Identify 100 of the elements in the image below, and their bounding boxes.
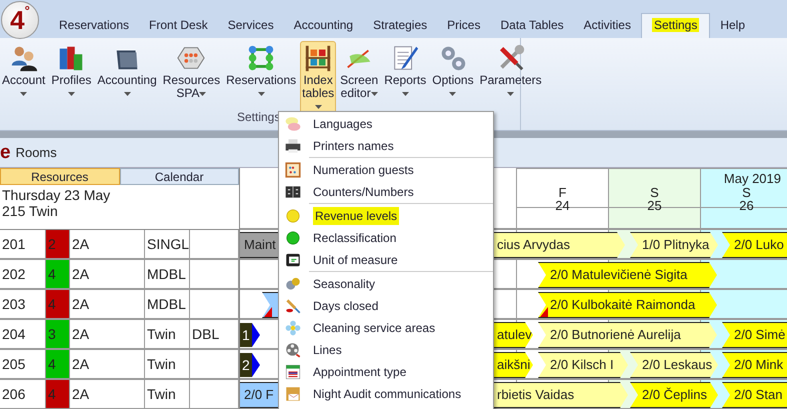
- menu-item[interactable]: Reclassification: [279, 227, 493, 249]
- app-logo: 4$^{°}$: [1, 1, 39, 39]
- info-text: 215 Twin: [2, 203, 59, 219]
- ribbon-button[interactable]: Screen editor: [338, 41, 380, 102]
- day-number: 26: [739, 199, 754, 212]
- room-status: 4: [48, 354, 56, 374]
- menu-tab[interactable]: Prices: [437, 14, 490, 38]
- booking-bar: rbietis Vaidas: [493, 382, 628, 408]
- caret-icon: [314, 104, 322, 109]
- room-status: 2: [48, 234, 56, 254]
- room-type: Twin: [147, 384, 176, 404]
- booking-bar: cius Arvydas: [493, 232, 625, 258]
- view-tab[interactable]: Calendar: [120, 168, 239, 185]
- menu-tab[interactable]: Settings: [640, 13, 710, 38]
- room-number: 205: [2, 354, 26, 374]
- booking-bar: 1/0 Plitnyka: [630, 232, 718, 258]
- booking-bar: 2/0 Luko: [722, 232, 787, 258]
- speech-bubbles-icon: [284, 115, 302, 133]
- month-label: May 2019: [724, 170, 781, 188]
- caret-icon: [20, 92, 28, 96]
- ribbon-button[interactable]: Parameters: [478, 41, 544, 102]
- day-number: 25: [647, 199, 662, 212]
- room-number: 203: [2, 294, 26, 314]
- booking-bar: 2/0 Butnorienė Aurelija: [538, 322, 717, 348]
- room-number: 204: [2, 324, 26, 344]
- booking-bar: 2/0 Kulbokaitė Raimonda: [538, 292, 717, 318]
- weekday-label: S: [650, 186, 659, 199]
- menu-tab[interactable]: Activities: [574, 14, 641, 38]
- panel-logo: e: [0, 143, 11, 162]
- caret-icon: [199, 92, 206, 96]
- room-type: Twin: [147, 354, 176, 374]
- room-type: Twin: [147, 324, 176, 344]
- floor-cell-text: 2A: [72, 264, 90, 284]
- printer-icon: [284, 137, 302, 155]
- ribbon-button[interactable]: Accounting: [95, 41, 159, 102]
- booking-bar: 2/0 F: [240, 382, 278, 408]
- menu-item[interactable]: Night Audit communications: [279, 383, 493, 405]
- panel-title: Rooms: [16, 144, 57, 162]
- menu-item[interactable]: Printers names: [279, 135, 493, 157]
- floor-cell-text: 2A: [72, 294, 90, 314]
- flower-icon: [284, 319, 302, 337]
- menu-tab[interactable]: Services: [218, 14, 284, 38]
- weekday-label: F: [558, 186, 566, 199]
- caret-icon: [124, 92, 131, 96]
- booking-bar: Maint: [240, 232, 278, 258]
- bed-type: DBL: [192, 324, 220, 344]
- caret-icon: [258, 92, 265, 96]
- group-label: Settings: [237, 109, 280, 126]
- room-number: 202: [2, 264, 26, 284]
- floor-cell-text: 2A: [72, 354, 90, 374]
- ribbon-button[interactable]: Options: [430, 41, 476, 102]
- menu-tab[interactable]: Accounting: [284, 14, 364, 38]
- caret-icon: [370, 92, 378, 96]
- ribbon-button[interactable]: Resources SPA: [160, 41, 222, 102]
- booking-bar: 2/0 Stan: [722, 382, 787, 408]
- menu-item[interactable]: Lines: [279, 339, 493, 361]
- room-number: 206: [2, 384, 26, 404]
- menu-item[interactable]: Seasonality: [279, 273, 493, 295]
- room-type: SINGL: [147, 234, 190, 254]
- menu-item[interactable]: Unit of measure: [279, 249, 493, 271]
- room-number: 201: [2, 234, 26, 254]
- room-status: 4: [48, 264, 56, 284]
- menu-tab[interactable]: Strategies: [363, 14, 438, 38]
- menu-tab[interactable]: Front Desk: [139, 14, 218, 38]
- booking-bar: 2/0 Leskaus: [630, 352, 718, 378]
- view-tab[interactable]: Resources: [0, 168, 120, 185]
- menu-item[interactable]: Days closed: [279, 295, 493, 317]
- ribbon-button[interactable]: Account: [0, 41, 48, 102]
- menu-tab[interactable]: Help: [710, 14, 756, 38]
- menu-tab[interactable]: Data Tables: [490, 14, 574, 38]
- caret-icon: [68, 92, 75, 96]
- room-status: 4: [48, 384, 56, 404]
- menu-tab[interactable]: Reservations: [49, 14, 140, 38]
- ribbon-button[interactable]: Profiles: [49, 41, 94, 102]
- caret-icon: [449, 92, 456, 96]
- booking-bar: 2/0 Kilsch I: [538, 352, 628, 378]
- menu-item[interactable]: Languages: [279, 113, 493, 135]
- booking-bar: 2/0 Mink: [722, 352, 787, 378]
- envelope-icon: [284, 385, 302, 403]
- menu-item[interactable]: Revenue levels: [279, 205, 493, 227]
- ribbon-button[interactable]: Reservations: [224, 41, 298, 102]
- menu-item[interactable]: Cleaning service areas: [279, 317, 493, 339]
- calendar-icon: [284, 363, 302, 381]
- menu-item[interactable]: Numeration guests: [279, 159, 493, 181]
- ribbon-button[interactable]: Reports: [382, 41, 428, 102]
- menu-item[interactable]: Counters/Numbers: [279, 181, 493, 203]
- abacus-icon: [284, 161, 302, 179]
- floor-cell-text: 2A: [72, 384, 90, 404]
- room-status: 4: [48, 294, 56, 314]
- caret-icon: [402, 92, 409, 96]
- menu-item[interactable]: Appointment type: [279, 361, 493, 383]
- film-reel-icon: [284, 341, 302, 359]
- circle-icon: [284, 207, 302, 225]
- floor-cell-text: 2A: [72, 234, 90, 254]
- booking-bar: 2/0 Simė: [722, 322, 787, 348]
- booking-bar: 2/0 Čeplins: [630, 382, 718, 408]
- floor-cell-text: 2A: [72, 324, 90, 344]
- caret-icon: [507, 92, 514, 96]
- room-type: MDBL: [147, 294, 186, 314]
- booking-bar: 2/0 Matulevičienė Sigita: [538, 262, 717, 288]
